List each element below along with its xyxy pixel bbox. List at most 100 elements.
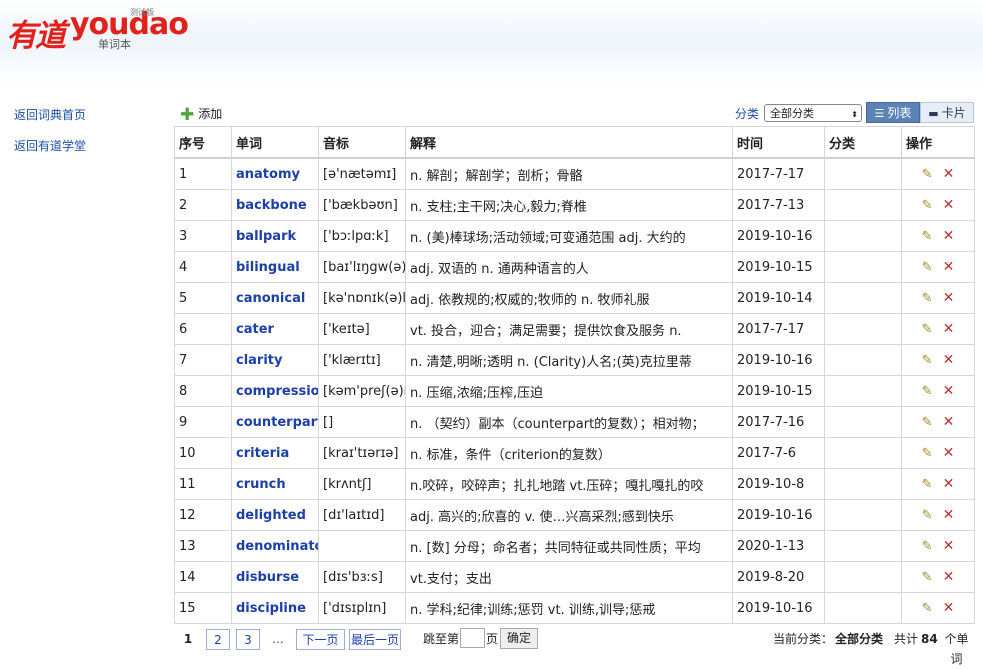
row-number: 7 bbox=[174, 344, 232, 376]
delete-icon[interactable]: ✕ bbox=[943, 476, 955, 492]
delete-icon[interactable]: ✕ bbox=[943, 414, 955, 430]
meaning: vt. 投合，迎合；满足需要；提供饮食及服务 n. bbox=[405, 313, 733, 345]
pagination: 1 2 3 ... 下一页 最后一页 跳至第 页 确定 当前分类： 全部分类 共… bbox=[174, 628, 974, 666]
row-actions: ✎ ✕ bbox=[901, 251, 975, 283]
category bbox=[824, 375, 902, 407]
delete-icon[interactable]: ✕ bbox=[943, 166, 955, 182]
word-link[interactable]: ballpark bbox=[231, 220, 319, 252]
word-link[interactable]: cater bbox=[231, 313, 319, 345]
status-category: 全部分类 bbox=[835, 632, 884, 646]
word-link[interactable]: discipline bbox=[231, 592, 319, 624]
delete-icon[interactable]: ✕ bbox=[943, 507, 955, 523]
word-link[interactable]: disburse bbox=[231, 561, 319, 593]
row-actions: ✎ ✕ bbox=[901, 561, 975, 593]
category-select[interactable]: 全部分类 ⬍ bbox=[764, 104, 862, 122]
row-actions: ✎ ✕ bbox=[901, 530, 975, 562]
delete-icon[interactable]: ✕ bbox=[943, 259, 955, 275]
row-actions: ✎ ✕ bbox=[901, 468, 975, 500]
delete-icon[interactable]: ✕ bbox=[943, 352, 955, 368]
edit-icon[interactable]: ✎ bbox=[922, 384, 933, 399]
edit-icon[interactable]: ✎ bbox=[922, 322, 933, 337]
delete-icon[interactable]: ✕ bbox=[943, 600, 955, 616]
row-number: 12 bbox=[174, 499, 232, 531]
select-arrows-icon: ⬍ bbox=[851, 110, 858, 119]
list-view-label: 列表 bbox=[887, 106, 912, 120]
phonetic: ['klærɪtɪ] bbox=[318, 344, 406, 376]
time: 2017-7-17 bbox=[732, 313, 825, 345]
delete-icon[interactable]: ✕ bbox=[943, 538, 955, 554]
jump-prefix: 跳至第 bbox=[423, 632, 460, 646]
category-label: 分类 bbox=[735, 107, 760, 121]
row-number: 5 bbox=[174, 282, 232, 314]
last-page-button[interactable]: 最后一页 bbox=[349, 629, 401, 650]
page-link-2[interactable]: 2 bbox=[206, 629, 230, 650]
meaning: vt.支付；支出 bbox=[405, 561, 733, 593]
meaning: n. 支柱;主干网;决心,毅力;脊椎 bbox=[405, 189, 733, 221]
card-view-label: 卡片 bbox=[941, 106, 966, 120]
table-row: 7 clarity ['klærɪtɪ] n. 清楚,明晰;透明 n. (Clarit… bbox=[174, 344, 975, 376]
phonetic: [dɪ'laɪtɪd] bbox=[318, 499, 406, 531]
current-page: 1 bbox=[183, 632, 193, 646]
list-view-button[interactable]: ☰ 列表 bbox=[866, 102, 920, 123]
word-link[interactable]: delighted bbox=[231, 499, 319, 531]
edit-icon[interactable]: ✎ bbox=[922, 601, 933, 616]
confirm-jump-button[interactable]: 确定 bbox=[500, 628, 538, 649]
time: 2019-10-14 bbox=[732, 282, 825, 314]
edit-icon[interactable]: ✎ bbox=[922, 570, 933, 585]
next-page-button[interactable]: 下一页 bbox=[296, 629, 345, 650]
card-view-button[interactable]: ▬ 卡片 bbox=[920, 102, 974, 123]
page-link-3[interactable]: 3 bbox=[236, 629, 260, 650]
table-row: 11 crunch [krʌntʃ] n.咬碎，咬碎声；扎扎地踏 vt.压碎；嘎扎嘎扎… bbox=[174, 468, 975, 500]
delete-icon[interactable]: ✕ bbox=[943, 383, 955, 399]
edit-icon[interactable]: ✎ bbox=[922, 446, 933, 461]
edit-icon[interactable]: ✎ bbox=[922, 229, 933, 244]
edit-icon[interactable]: ✎ bbox=[922, 415, 933, 430]
category bbox=[824, 592, 902, 624]
delete-icon[interactable]: ✕ bbox=[943, 197, 955, 213]
table-row: 9counterparts[]n. （契约）副本（counterpart的复数）… bbox=[174, 406, 975, 438]
edit-icon[interactable]: ✎ bbox=[922, 167, 933, 182]
edit-icon[interactable]: ✎ bbox=[922, 508, 933, 523]
delete-icon[interactable]: ✕ bbox=[943, 290, 955, 306]
phonetic: [ə'nætəmɪ] bbox=[318, 157, 406, 190]
word-link[interactable]: anatomy bbox=[231, 157, 319, 190]
delete-icon[interactable]: ✕ bbox=[943, 321, 955, 337]
delete-icon[interactable]: ✕ bbox=[943, 228, 955, 244]
edit-icon[interactable]: ✎ bbox=[922, 260, 933, 275]
word-link[interactable]: bilingual bbox=[231, 251, 319, 283]
add-button[interactable]: ✚ 添加 bbox=[180, 105, 222, 125]
word-link[interactable]: denominator bbox=[231, 530, 319, 562]
word-link[interactable]: backbone bbox=[231, 189, 319, 221]
row-actions: ✎ ✕ bbox=[901, 437, 975, 469]
logo[interactable]: 有道 bbox=[6, 10, 66, 55]
word-link[interactable]: crunch bbox=[231, 468, 319, 500]
column-header-phonetic: 音标 bbox=[318, 126, 406, 159]
word-link[interactable]: counterparts bbox=[231, 406, 319, 438]
meaning: n. (美)棒球场;活动领域;可变通范围 adj. 大约的 bbox=[405, 220, 733, 252]
word-link[interactable]: clarity bbox=[231, 344, 319, 376]
word-link[interactable]: criteria bbox=[231, 437, 319, 469]
category bbox=[824, 189, 902, 221]
row-number: 14 bbox=[174, 561, 232, 593]
delete-icon[interactable]: ✕ bbox=[943, 569, 955, 585]
page-jump-input[interactable] bbox=[460, 628, 485, 648]
phonetic: [kəm'preʃ(ə)n] bbox=[318, 375, 406, 407]
delete-icon[interactable]: ✕ bbox=[943, 445, 955, 461]
back-to-school-link[interactable]: 返回有道学堂 bbox=[14, 137, 86, 168]
time: 2017-7-17 bbox=[732, 157, 825, 190]
word-link[interactable]: compression bbox=[231, 375, 319, 407]
edit-icon[interactable]: ✎ bbox=[922, 539, 933, 554]
meaning: adj. 高兴的;欣喜的 v. 使…兴高采烈;感到快乐 bbox=[405, 499, 733, 531]
row-number: 6 bbox=[174, 313, 232, 345]
edit-icon[interactable]: ✎ bbox=[922, 353, 933, 368]
edit-icon[interactable]: ✎ bbox=[922, 477, 933, 492]
list-icon: ☰ bbox=[874, 107, 885, 120]
edit-icon[interactable]: ✎ bbox=[922, 198, 933, 213]
edit-icon[interactable]: ✎ bbox=[922, 291, 933, 306]
row-number: 1 bbox=[174, 157, 232, 190]
category bbox=[824, 561, 902, 593]
word-link[interactable]: canonical bbox=[231, 282, 319, 314]
sidebar: 返回词典首页 返回有道学堂 bbox=[14, 106, 86, 168]
back-to-dict-link[interactable]: 返回词典首页 bbox=[14, 106, 86, 137]
category bbox=[824, 437, 902, 469]
